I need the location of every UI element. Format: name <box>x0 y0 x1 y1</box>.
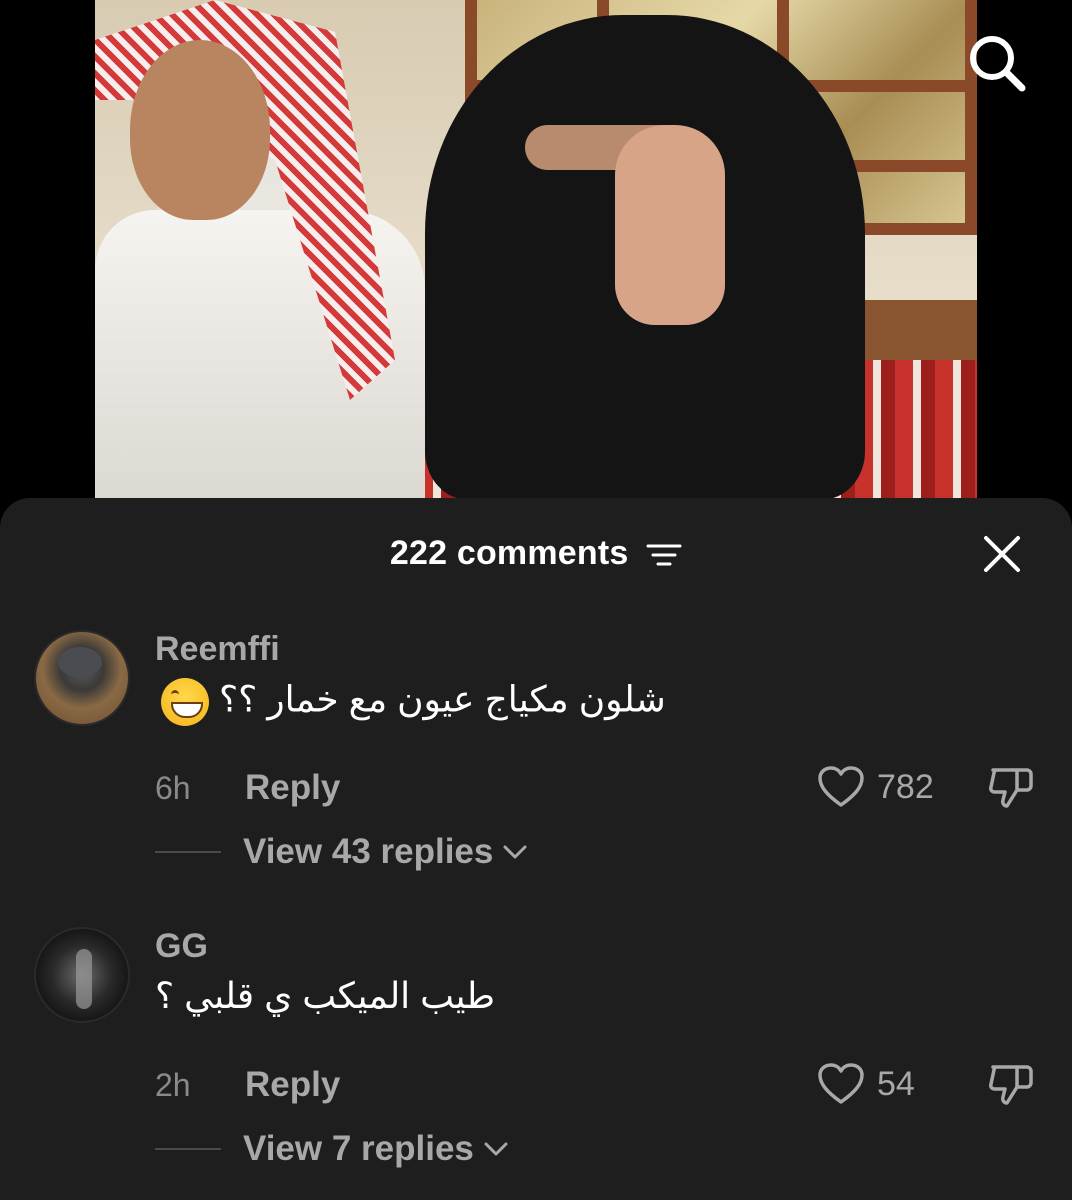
dislike-icon[interactable] <box>987 1061 1035 1107</box>
comment-item: GG طيب الميكب ي قلبي ؟ 2h Reply 54 View … <box>0 907 1072 1200</box>
reply-button[interactable]: Reply <box>245 1065 340 1105</box>
comments-title-group[interactable]: 222 comments <box>0 534 1072 573</box>
comment-username[interactable]: GG <box>155 927 208 966</box>
heart-icon <box>818 766 864 807</box>
comment-timestamp: 2h <box>155 1067 191 1103</box>
comment-body: طيب الميكب ي قلبي ؟ <box>155 975 496 1016</box>
comment-text: شلون مكياج عيون مع خمار ؟؟ <box>155 678 755 726</box>
comment-username[interactable]: Reemffi <box>155 630 280 669</box>
video-person-right <box>425 15 865 500</box>
comment-item: Reemffi شلون مكياج عيون مع خمار ؟؟ 6h Re… <box>0 610 1072 907</box>
comments-sheet: 222 comments Reemffi شلون مكياج عيون مع … <box>0 498 1072 1200</box>
grinning-face-emoji-icon <box>161 678 209 726</box>
avatar[interactable] <box>34 630 130 726</box>
close-icon[interactable] <box>982 534 1022 574</box>
replies-divider-line <box>155 851 221 853</box>
comments-header: 222 comments <box>0 498 1072 610</box>
chevron-down-icon <box>484 1142 508 1156</box>
comments-count-title: 222 comments <box>389 534 629 572</box>
filter-icon[interactable] <box>646 540 682 570</box>
like-count: 782 <box>877 767 934 806</box>
view-replies-button[interactable]: View 7 replies <box>155 1129 510 1169</box>
comment-meta: 2h Reply 54 <box>155 1059 1035 1109</box>
like-button[interactable]: 782 <box>817 762 934 812</box>
comment-timestamp: 6h <box>155 770 191 806</box>
like-count: 54 <box>877 1064 915 1103</box>
comment-text: طيب الميكب ي قلبي ؟ <box>155 975 755 1017</box>
view-replies-label: View 7 replies <box>243 1129 474 1168</box>
like-button[interactable]: 54 <box>817 1059 915 1109</box>
screen: 222 comments Reemffi شلون مكياج عيون مع … <box>0 0 1072 1200</box>
view-replies-label: View 43 replies <box>243 832 494 871</box>
search-icon[interactable] <box>964 30 1028 94</box>
avatar[interactable] <box>34 927 130 1023</box>
comment-body: شلون مكياج عيون مع خمار ؟؟ <box>219 678 666 720</box>
replies-divider-line <box>155 1148 221 1150</box>
dislike-icon[interactable] <box>987 764 1035 810</box>
chevron-down-icon <box>503 845 527 859</box>
video-player[interactable] <box>95 0 977 500</box>
heart-icon <box>818 1063 864 1104</box>
reply-button[interactable]: Reply <box>245 768 340 808</box>
view-replies-button[interactable]: View 43 replies <box>155 832 529 872</box>
comment-meta: 6h Reply 782 <box>155 762 1035 812</box>
video-person-left <box>95 0 425 500</box>
